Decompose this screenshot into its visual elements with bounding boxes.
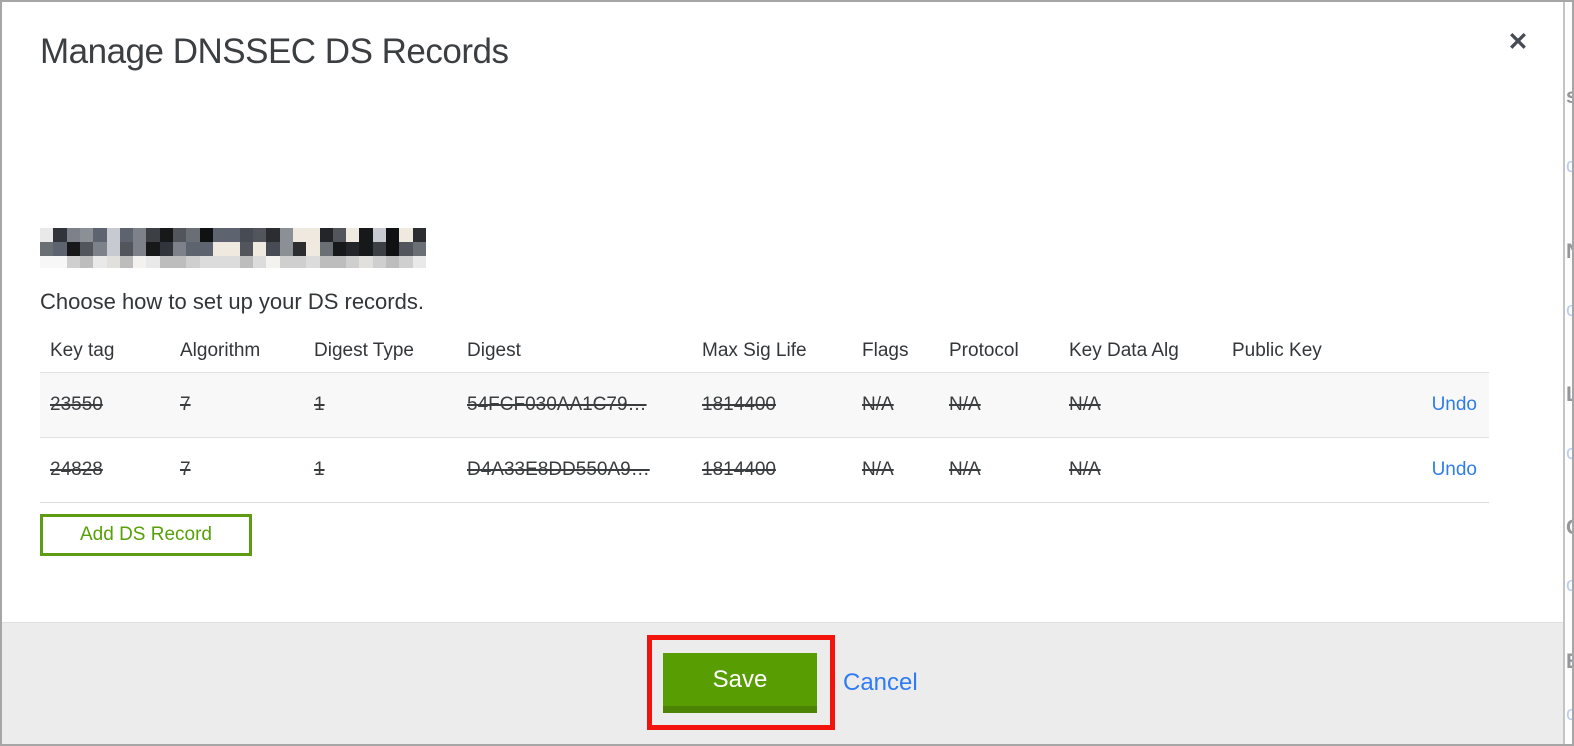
dnssec-modal: Manage DNSSEC DS Records ✕ Choose how to… — [0, 0, 1574, 746]
cell-public-key — [1222, 436, 1372, 503]
cell-flags: N/A — [852, 436, 939, 503]
column-header: Public Key — [1232, 339, 1322, 361]
cell-key-tag: 24828 — [40, 436, 170, 503]
column-header: Flags — [862, 339, 909, 361]
add-ds-record-button[interactable]: Add DS Record — [40, 514, 252, 556]
column-header: Max Sig Life — [702, 339, 807, 361]
cell-flags: N/A — [852, 371, 939, 437]
undo-link[interactable]: Undo — [1432, 459, 1477, 480]
column-header: Key tag — [50, 339, 115, 361]
background-text-fragment: L — [1566, 383, 1572, 407]
table-header-row: Key tag Algorithm Digest Type Digest Max Sig… — [40, 330, 1489, 372]
cell-max-sig-life: 1814400 — [692, 371, 852, 437]
cancel-link[interactable]: Cancel — [843, 669, 918, 697]
cell-key-data-alg: N/A — [1059, 371, 1222, 437]
cell-public-key — [1222, 371, 1372, 437]
background-text-fragment: d — [1566, 155, 1572, 178]
table-row: 23550 7 1 54FCF030AA1C79… 1814400 N/A N/A N/A Un… — [40, 371, 1489, 437]
background-page-edge: s d No Lo Co Eo — [1563, 2, 1572, 744]
table-row: 24828 7 1 D4A33E8DD550A9… 1814400 N/A N/A N/A Un… — [40, 436, 1489, 503]
column-header: Key Data Alg — [1069, 339, 1179, 361]
redacted-domain-name — [40, 228, 426, 268]
cell-digest: 54FCF030AA1C79… — [457, 371, 692, 437]
cell-digest: D4A33E8DD550A9… — [457, 436, 692, 503]
cell-action: Undo — [1372, 436, 1489, 503]
save-button[interactable]: Save — [663, 653, 817, 713]
cell-action: Undo — [1372, 371, 1489, 437]
cell-protocol: N/A — [939, 436, 1059, 503]
cell-key-tag: 23550 — [40, 371, 170, 437]
cell-key-data-alg: N/A — [1059, 436, 1222, 503]
background-text-fragment: E — [1566, 650, 1572, 674]
background-text-fragment: s — [1566, 85, 1572, 109]
background-text-fragment: N — [1566, 240, 1572, 264]
cell-algorithm: 7 — [170, 371, 304, 437]
cell-max-sig-life: 1814400 — [692, 436, 852, 503]
background-text-fragment: C — [1566, 516, 1572, 540]
background-text-fragment: o — [1566, 703, 1572, 726]
undo-link[interactable]: Undo — [1432, 394, 1477, 415]
ds-records-table: Key tag Algorithm Digest Type Digest Max Sig… — [40, 330, 1489, 503]
cell-digest-type: 1 — [304, 371, 457, 437]
page-title: Manage DNSSEC DS Records — [40, 32, 509, 71]
close-icon[interactable]: ✕ — [1500, 24, 1536, 60]
cell-protocol: N/A — [939, 371, 1059, 437]
cell-digest-type: 1 — [304, 436, 457, 503]
column-header: Digest — [467, 339, 521, 361]
background-text-fragment: o — [1566, 574, 1572, 597]
column-header: Digest Type — [314, 339, 414, 361]
instruction-text: Choose how to set up your DS records. — [40, 289, 424, 314]
cell-algorithm: 7 — [170, 436, 304, 503]
column-header: Algorithm — [180, 339, 261, 361]
background-text-fragment: o — [1566, 299, 1572, 322]
background-text-fragment: o — [1566, 442, 1572, 465]
column-header: Protocol — [949, 339, 1019, 361]
